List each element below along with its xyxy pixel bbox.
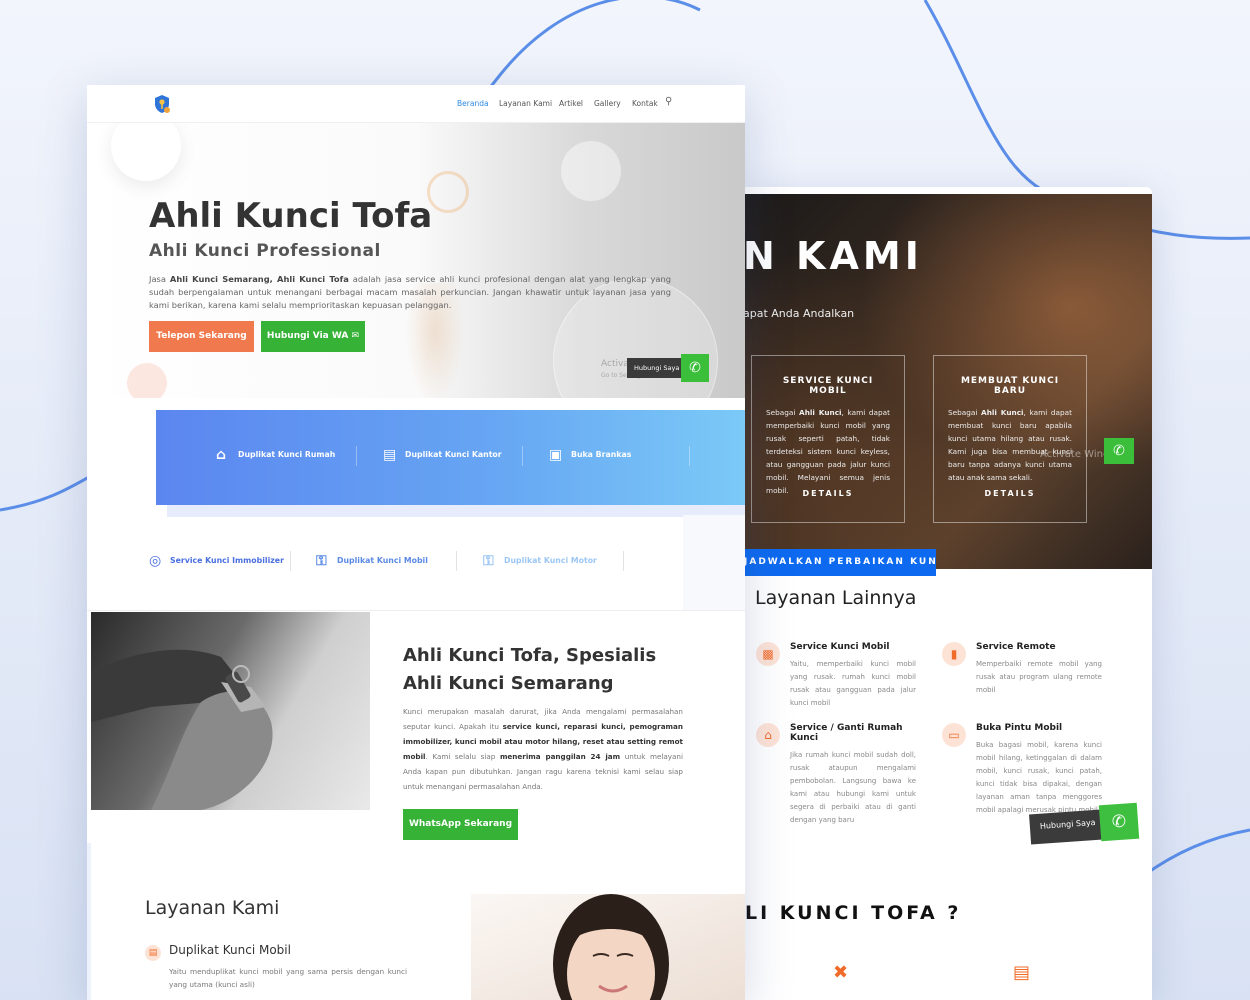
- document-icon: ▤: [145, 945, 161, 961]
- target-icon: ◎: [149, 553, 162, 569]
- divider: [689, 446, 690, 466]
- home-icon: ⌂: [216, 447, 227, 463]
- document-icon: ▤: [1013, 962, 1031, 983]
- feature-title: Service Remote: [976, 642, 1056, 652]
- photo-illustration: [553, 894, 669, 1000]
- other-services-title: Layanan Lainnya: [755, 587, 917, 609]
- tools-icon: ✖: [833, 962, 849, 983]
- feature-desc: Memperbaiki remote mobil yang rusak atau…: [976, 660, 1102, 694]
- nav-artikel[interactable]: Artikel: [559, 99, 583, 108]
- feature-service-remote: ▮ Service Remote Memperbaiki remote mobi…: [942, 642, 1102, 697]
- feature-service-kunci-mobil: ▩ Service Kunci Mobil Yaitu, memperbaiki…: [756, 642, 916, 710]
- decor-circle: [111, 123, 181, 181]
- left-strip: [87, 843, 91, 1000]
- decor-circle: [561, 141, 621, 201]
- decor-ring: [427, 171, 469, 213]
- front-page-preview: Beranda Layanan Kami Artikel Gallery Kon…: [87, 85, 745, 1000]
- section-divider: [87, 610, 745, 611]
- phone-icon: ✆: [1098, 802, 1140, 842]
- feature-buka-pintu-mobil: ▭ Buka Pintu Mobil Buka bagasi mobil, ka…: [942, 723, 1102, 817]
- call-now-button[interactable]: Telepon Sekarang: [149, 321, 254, 352]
- decor-circle: [127, 363, 167, 398]
- why-choose-title: LI KUNCI TOFA ?: [745, 902, 962, 924]
- row-item-immobilizer[interactable]: ◎ Service Kunci Immobilizer: [149, 553, 284, 569]
- details-link[interactable]: DETAILS: [752, 489, 904, 498]
- back-hero-title: N KAMI: [743, 234, 923, 278]
- service-item-desc: Yaitu menduplikat kunci mobil yang sama …: [169, 967, 407, 989]
- back-hero-subtitle: apat Anda Andalkan: [743, 307, 855, 320]
- floating-contact-button[interactable]: Hubungi Saya ✆: [627, 354, 709, 382]
- services-title: Layanan Kami: [145, 897, 280, 919]
- service-box-title: MEMBUAT KUNCI BARU: [960, 376, 1060, 396]
- chat-icon: ✉: [351, 331, 360, 341]
- feature-title: Buka Pintu Mobil: [976, 723, 1063, 733]
- whatsapp-contact-button[interactable]: Hubungi Via WA ✉: [261, 321, 365, 352]
- hero-subtitle: Ahli Kunci Professional: [149, 241, 381, 261]
- car-icon: ▩: [756, 642, 780, 666]
- contact-label: Hubungi Saya: [627, 358, 683, 378]
- nav-layanan-kami[interactable]: Layanan Kami: [499, 99, 552, 108]
- hero-section: Ahli Kunci Tofa Ahli Kunci Professional …: [87, 123, 745, 398]
- service-box-kunci-baru[interactable]: MEMBUAT KUNCI BARU Sebagai Ahli Kunci, k…: [933, 355, 1087, 523]
- phone-icon: ✆: [1113, 443, 1125, 459]
- shield-key-icon[interactable]: [153, 94, 171, 114]
- nav-kontak[interactable]: Kontak: [632, 99, 658, 108]
- row-item-kunci-motor[interactable]: ⚿ Duplikat Kunci Motor: [483, 553, 597, 569]
- remote-icon: ▮: [942, 642, 966, 666]
- phone-call-button[interactable]: ✆: [1104, 438, 1134, 464]
- search-icon[interactable]: ⚲: [665, 96, 672, 107]
- building-icon: ▤: [383, 447, 397, 463]
- divider: [522, 446, 523, 466]
- floating-contact-button[interactable]: Hubungi Saya ✆: [1029, 802, 1140, 845]
- contact-label: Hubungi Saya: [1029, 809, 1103, 845]
- nav-gallery[interactable]: Gallery: [594, 99, 621, 108]
- hand-with-keys-photo: [91, 612, 370, 810]
- row-item-kunci-mobil[interactable]: ⚿ Duplikat Kunci Mobil: [316, 553, 428, 569]
- feature-ganti-rumah-kunci: ⌂ Service / Ganti Rumah Kunci Jika rumah…: [756, 723, 916, 827]
- band-item-kunci-rumah[interactable]: ⌂ Duplikat Kunci Rumah: [216, 447, 335, 463]
- details-link[interactable]: DETAILS: [934, 489, 1086, 498]
- car-door-icon: ▭: [942, 723, 966, 747]
- feature-band: ⌂ Duplikat Kunci Rumah ▤ Duplikat Kunci Ka…: [156, 410, 745, 505]
- faded-panel: [683, 515, 745, 611]
- about-title: Ahli Kunci Tofa, Spesialis Ahli Kunci Sem…: [403, 645, 657, 694]
- divider: [623, 551, 624, 571]
- nav-beranda[interactable]: Beranda: [457, 99, 489, 108]
- schedule-repair-button[interactable]: JADWALKAN PERBAIKAN KUNCI: [740, 549, 936, 576]
- back-page-preview: N KAMI apat Anda Andalkan SERVICE KUNCI …: [740, 187, 1152, 1000]
- photo-illustration: [91, 649, 273, 810]
- service-box-title: SERVICE KUNCI MOBIL: [782, 376, 874, 396]
- band-item-kunci-kantor[interactable]: ▤ Duplikat Kunci Kantor: [383, 447, 502, 463]
- divider: [456, 551, 457, 571]
- feature-title: Service / Ganti Rumah Kunci: [790, 723, 903, 743]
- divider: [356, 446, 357, 466]
- service-item-title: Duplikat Kunci Mobil: [169, 943, 291, 957]
- feature-desc: Jika rumah kunci mobil sudah doll, rusak…: [790, 751, 916, 824]
- back-hero-section: N KAMI apat Anda Andalkan SERVICE KUNCI …: [740, 194, 1152, 576]
- feature-title: Service Kunci Mobil: [790, 642, 890, 652]
- hero-description: Jasa Ahli Kunci Semarang, Ahli Kunci Tof…: [149, 274, 671, 310]
- about-description: Kunci merupakan masalah darurat, jika An…: [403, 707, 683, 791]
- phone-icon: ✆: [681, 354, 709, 382]
- feature-desc: Yaitu, memperbaiki kunci mobil yang rusa…: [790, 660, 916, 707]
- house-icon: ⌂: [756, 723, 780, 747]
- key-icon: ⚿: [316, 553, 327, 569]
- lock-icon: ▣: [549, 447, 563, 463]
- key-icon: ⚿: [483, 553, 494, 569]
- whatsapp-now-button[interactable]: WhatsApp Sekarang: [403, 809, 518, 840]
- divider: [290, 551, 291, 571]
- band-item-brankas[interactable]: ▣ Buka Brankas: [549, 447, 631, 463]
- service-box-kunci-mobil[interactable]: SERVICE KUNCI MOBIL Sebagai Ahli Kunci, …: [751, 355, 905, 523]
- smiling-woman-photo: [471, 894, 745, 1000]
- band-shadow: [167, 505, 745, 517]
- service-box-desc: Sebagai Ahli Kunci, kami dapat membuat k…: [948, 408, 1072, 482]
- hero-title: Ahli Kunci Tofa: [149, 196, 433, 236]
- navbar: Beranda Layanan Kami Artikel Gallery Kon…: [87, 85, 745, 123]
- service-box-desc: Sebagai Ahli Kunci, kami dapat memperbai…: [766, 408, 890, 495]
